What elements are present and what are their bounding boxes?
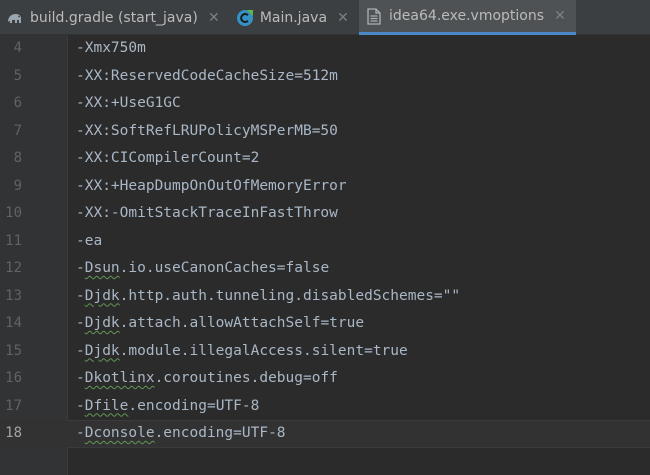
code-line[interactable]: 10 -XX:-OmitStackTraceInFastThrow — [0, 200, 650, 228]
spelling-typo-segment: Dkotlinx — [84, 370, 155, 386]
line-number: 5 — [13, 67, 22, 84]
line-number: 16 — [5, 370, 22, 386]
code-segment: .coroutines.debug=off — [154, 370, 338, 386]
code-segment: -XX:SoftRefLRUPolicyMSPerMB=50 — [76, 122, 338, 139]
code-text: -XX:SoftRefLRUPolicyMSPerMB=50 — [76, 118, 338, 146]
gradle-elephant-icon — [6, 9, 24, 27]
line-number: 7 — [13, 122, 22, 139]
spelling-typo-segment: Djdk — [84, 342, 120, 359]
tab-label: Main.java — [259, 9, 328, 26]
code-segment: -XX:-OmitStackTraceInFastThrow — [76, 205, 338, 221]
line-number: 12 — [5, 260, 22, 276]
code-segment: -Xmx750m — [76, 40, 146, 56]
code-text: -Dfile.encoding=UTF-8 — [76, 393, 259, 421]
code-segment: .encoding=UTF-8 — [154, 425, 286, 441]
tab-main-java[interactable]: Main.java ✕ — [230, 0, 359, 35]
code-line[interactable]: 4 -Xmx750m — [0, 35, 650, 63]
code-segment: .http.auth.tunneling.disabledSchemes="" — [119, 287, 461, 304]
code-segment: .module.illegalAccess.silent=true — [119, 342, 408, 359]
code-text: -XX:+UseG1GC — [76, 90, 181, 118]
code-line[interactable]: 5 -XX:ReservedCodeCacheSize=512m — [0, 63, 650, 91]
line-number: 11 — [5, 232, 22, 249]
text-file-icon — [365, 7, 383, 25]
code-segment: .attach.allowAttachSelf=true — [119, 315, 365, 331]
editor-tab-bar: build.gradle (start_java) ✕ Main.java ✕ — [0, 0, 650, 35]
spelling-typo-segment: Dconsole — [84, 425, 155, 441]
line-number: 13 — [5, 287, 22, 304]
code-text: -XX:CICompilerCount=2 — [76, 145, 259, 173]
close-icon[interactable]: ✕ — [337, 10, 349, 26]
line-number: 9 — [13, 177, 22, 194]
code-line[interactable]: 8 -XX:CICompilerCount=2 — [0, 145, 650, 173]
code-line[interactable]: 16 -Dkotlinx.coroutines.debug=off — [0, 365, 650, 393]
line-number: 10 — [5, 205, 22, 221]
code-text: -Dkotlinx.coroutines.debug=off — [76, 365, 338, 393]
code-segment: - — [76, 397, 85, 414]
code-text: -Dconsole.encoding=UTF-8 — [76, 420, 286, 448]
code-line[interactable]: 7 -XX:SoftRefLRUPolicyMSPerMB=50 — [0, 118, 650, 146]
tab-build-gradle[interactable]: build.gradle (start_java) ✕ — [0, 0, 230, 35]
code-segment: .encoding=UTF-8 — [128, 397, 260, 414]
close-icon[interactable]: ✕ — [554, 8, 566, 24]
code-line[interactable]: 13 -Djdk.http.auth.tunneling.disabledSche… — [0, 283, 650, 311]
code-line[interactable]: 14 -Djdk.attach.allowAttachSelf=true — [0, 310, 650, 338]
code-segment: - — [76, 370, 85, 386]
code-text: -Xmx750m — [76, 35, 146, 63]
spelling-typo-segment: Dsun — [84, 260, 120, 276]
code-segment: - — [76, 260, 85, 276]
code-text: -Djdk.http.auth.tunneling.disabledScheme… — [76, 283, 460, 311]
code-segment: -ea — [76, 232, 103, 249]
code-segment: - — [76, 287, 85, 304]
code-line[interactable]: 12 -Dsun.io.useCanonCaches=false — [0, 255, 650, 283]
line-number: 17 — [5, 397, 22, 414]
code-segment: .io.useCanonCaches=false — [119, 260, 330, 276]
java-class-icon — [236, 9, 254, 27]
code-text: -Dsun.io.useCanonCaches=false — [76, 255, 329, 283]
code-line[interactable]: 18 -Dconsole.encoding=UTF-8 — [0, 420, 650, 448]
code-line[interactable]: 11 -ea — [0, 228, 650, 256]
spelling-typo-segment: Dfile — [84, 397, 129, 414]
code-line[interactable]: 6 -XX:+UseG1GC — [0, 90, 650, 118]
tab-idea64-vmoptions[interactable]: idea64.exe.vmoptions ✕ — [359, 0, 577, 35]
code-editor[interactable]: 4 -Xmx750m 5 -XX:ReservedCodeCacheSize=512m… — [0, 35, 650, 475]
code-segment: - — [76, 425, 85, 441]
ide-window: build.gradle (start_java) ✕ Main.java ✕ — [0, 0, 650, 475]
code-text: -XX:+HeapDumpOnOutOfMemoryError — [76, 173, 347, 201]
code-segment: -XX:+UseG1GC — [76, 95, 181, 111]
spelling-typo-segment: Djdk — [84, 287, 120, 304]
code-text: -Djdk.module.illegalAccess.silent=true — [76, 338, 408, 366]
line-number: 14 — [5, 315, 22, 331]
code-text: -XX:-OmitStackTraceInFastThrow — [76, 200, 338, 228]
code-text: -ea — [76, 228, 102, 256]
tab-label: build.gradle (start_java) — [30, 9, 198, 26]
code-segment: -XX:+HeapDumpOnOutOfMemoryError — [76, 177, 347, 194]
code-segment: -XX:ReservedCodeCacheSize=512m — [76, 67, 338, 84]
code-text: -XX:ReservedCodeCacheSize=512m — [76, 63, 338, 91]
line-number: 4 — [13, 40, 22, 56]
line-number: 18 — [5, 425, 22, 441]
spelling-typo-segment: Djdk — [84, 315, 120, 331]
code-segment: - — [76, 342, 85, 359]
close-icon[interactable]: ✕ — [208, 10, 220, 26]
tab-label: idea64.exe.vmoptions — [389, 8, 545, 24]
code-segment: - — [76, 315, 85, 331]
code-line[interactable]: 9 -XX:+HeapDumpOnOutOfMemoryError — [0, 173, 650, 201]
line-number: 6 — [13, 95, 22, 111]
line-number: 8 — [13, 150, 22, 166]
line-number: 15 — [5, 342, 22, 359]
code-segment: -XX:CICompilerCount=2 — [76, 150, 260, 166]
code-line[interactable]: 17 -Dfile.encoding=UTF-8 — [0, 393, 650, 421]
code-text: -Djdk.attach.allowAttachSelf=true — [76, 310, 364, 338]
code-line[interactable]: 15 -Djdk.module.illegalAccess.silent=true — [0, 338, 650, 366]
